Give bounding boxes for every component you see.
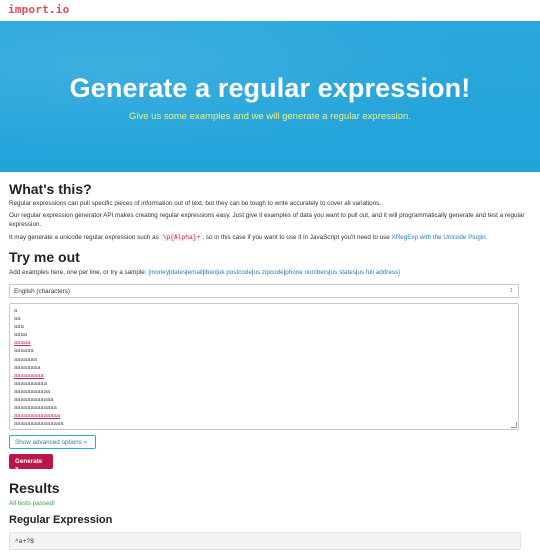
logo-main: import bbox=[8, 3, 49, 16]
sample-links-row: Add examples here, one per line, or try … bbox=[9, 269, 400, 276]
p3-text-after: . bbox=[485, 234, 488, 241]
regex-output[interactable]: ^a+?$ bbox=[9, 532, 521, 550]
xregexp-link[interactable]: XRegExp with the Unicode Plugin bbox=[392, 234, 486, 241]
resize-handle-icon[interactable] bbox=[511, 422, 517, 428]
test-status: All tests passed! bbox=[9, 500, 55, 507]
sample-link[interactable]: phone numbers bbox=[285, 269, 329, 276]
example-line: a bbox=[14, 307, 18, 314]
intro-paragraph-3: It may generate a unicode regular expres… bbox=[9, 234, 529, 243]
intro-paragraph-1: Regular expressions can pull specific pi… bbox=[9, 200, 382, 207]
example-line: aaaaaaaaaaaaa bbox=[14, 404, 57, 412]
results-heading: Results bbox=[9, 480, 60, 496]
hero-banner: Generate a regular expression! Give us s… bbox=[0, 21, 540, 172]
example-line: aaaa bbox=[14, 331, 28, 339]
example-line: aa bbox=[14, 315, 21, 323]
example-line: aaaaa bbox=[14, 339, 31, 347]
try-me-heading: Try me out bbox=[9, 249, 80, 265]
sample-link[interactable]: uk postcode bbox=[218, 269, 252, 276]
sample-link[interactable]: [money bbox=[148, 269, 169, 276]
unicode-regex-example: \p{Alpha}+ bbox=[160, 234, 203, 241]
logo-dot: . bbox=[48, 3, 56, 16]
brand-logo[interactable]: import.io bbox=[8, 3, 69, 16]
intro-paragraph-2: Our regular expression generator API mak… bbox=[9, 212, 525, 228]
sample-link[interactable]: us states bbox=[331, 269, 356, 276]
language-select-value: English (characters) bbox=[14, 288, 70, 295]
top-nav: import.io bbox=[0, 0, 540, 21]
regex-heading: Regular Expression bbox=[9, 514, 113, 526]
generate-button[interactable]: Generate » bbox=[9, 454, 53, 472]
example-line: aaaaaaaa bbox=[14, 363, 41, 371]
whats-this-heading: What's this? bbox=[9, 181, 92, 197]
sample-link[interactable]: iban bbox=[204, 269, 216, 276]
select-caret-icon: ↕ bbox=[509, 287, 514, 294]
example-line: aaa bbox=[14, 323, 24, 331]
sample-links: [money|dates|email|iban|uk postcode|us z… bbox=[148, 269, 400, 276]
example-line: aaaaaaaaaaa bbox=[14, 387, 51, 395]
example-line: aaaaaa bbox=[14, 347, 34, 355]
sample-link[interactable]: email bbox=[188, 269, 203, 276]
hero-title: Generate a regular expression! bbox=[69, 73, 471, 103]
sample-link[interactable]: dates bbox=[171, 269, 186, 276]
example-line: aaaaaaaaaaaaaaa bbox=[14, 420, 64, 428]
example-line: aaaaaaaaa bbox=[14, 371, 44, 379]
sample-link[interactable]: us full address] bbox=[358, 269, 400, 276]
examples-textarea[interactable]: a aa aaa aaaa aaaaa aaaaaa aaaaaaa aaaaaaaa aaaa… bbox=[9, 303, 519, 430]
samples-intro: Add examples here, one per line, or try … bbox=[9, 269, 149, 276]
sample-link[interactable]: us zipcode bbox=[254, 269, 284, 276]
advanced-options-button[interactable]: Show advanced options » bbox=[9, 435, 96, 449]
example-line: aaaaaaa bbox=[14, 355, 38, 363]
example-line: aaaaaaaaaaaa bbox=[14, 396, 54, 404]
language-select[interactable]: English (characters) ↕ bbox=[9, 284, 519, 298]
p3-text-middle: , so in this case if you want to use it … bbox=[202, 234, 392, 241]
example-line: aaaaaaaaaaaaaa bbox=[14, 412, 61, 420]
logo-tail: io bbox=[55, 3, 70, 16]
hero-subtitle: Give us some examples and we will genera… bbox=[129, 111, 411, 122]
example-line: aaaaaaaaaa bbox=[14, 379, 48, 387]
p3-text-before: It may generate a unicode regular expres… bbox=[9, 234, 161, 241]
